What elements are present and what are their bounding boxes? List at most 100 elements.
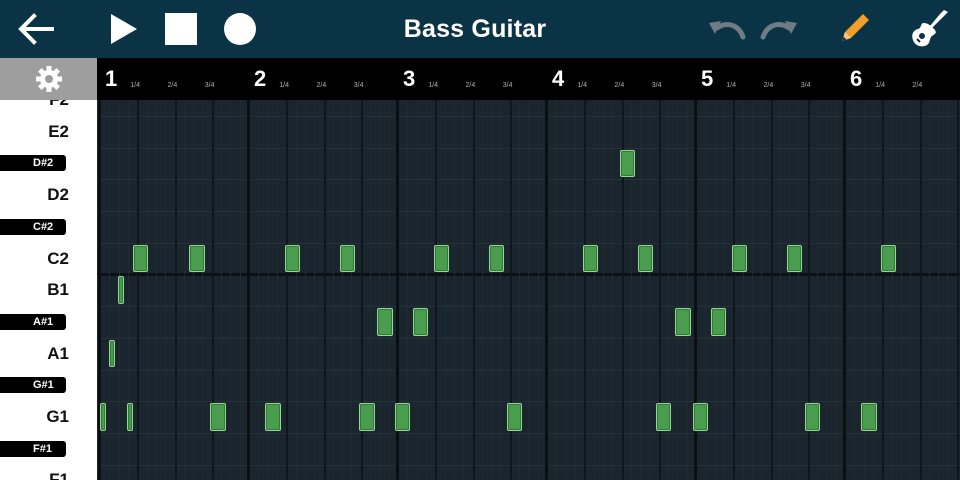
grid-column-line — [295, 100, 297, 480]
beat-tick-label: 2/4 — [614, 82, 625, 89]
grid-column-line — [304, 100, 306, 480]
grid-column-line — [174, 100, 177, 480]
grid-column-line — [286, 100, 289, 480]
beat-tick-label: 2/4 — [316, 82, 327, 89]
note-block[interactable] — [126, 403, 134, 431]
bar-line — [843, 100, 846, 480]
redo-button[interactable] — [757, 0, 801, 58]
note-block[interactable] — [506, 403, 523, 431]
note-block[interactable] — [265, 403, 281, 431]
piano-key-dsharp2[interactable]: D#2 — [0, 155, 66, 172]
record-button[interactable] — [218, 0, 262, 58]
note-block[interactable] — [786, 244, 803, 273]
note-block[interactable] — [189, 244, 205, 273]
instrument-button[interactable] — [906, 0, 954, 58]
note-block[interactable] — [100, 403, 106, 431]
note-block[interactable] — [655, 403, 672, 431]
note-block[interactable] — [488, 244, 505, 273]
note-block[interactable] — [620, 149, 636, 178]
grid-column-line — [826, 100, 828, 480]
piano-key-a1[interactable]: A1 — [0, 343, 97, 365]
grid-column-line — [677, 100, 679, 480]
piano-key-b1[interactable]: B1 — [0, 279, 97, 301]
grid-column-line — [770, 100, 773, 480]
note-block[interactable] — [582, 244, 599, 273]
note-block[interactable] — [880, 244, 897, 273]
grid-column-line — [137, 100, 140, 480]
stop-icon — [165, 13, 197, 45]
grid-column-line — [537, 100, 539, 480]
grid-column-line — [388, 100, 390, 480]
grid-column-line — [314, 100, 316, 480]
back-button[interactable] — [8, 0, 64, 58]
grid-column-line — [435, 100, 438, 480]
grid-column-line — [351, 100, 353, 480]
grid-column-line — [854, 100, 856, 480]
note-block[interactable] — [284, 244, 301, 273]
grid-column-line — [742, 100, 744, 480]
piano-key-f2[interactable]: F2 — [0, 100, 97, 111]
grid-column-line — [556, 100, 558, 480]
grid-column-line — [491, 100, 493, 480]
gear-icon — [35, 66, 62, 92]
note-grid[interactable] — [97, 100, 960, 480]
piano-key-d2[interactable]: D2 — [0, 184, 97, 206]
beat-tick-label: 2/4 — [465, 82, 476, 89]
timeline-ruler[interactable]: 1 1/4 2/4 3/4 2 1/4 2/4 3/4 3 1/4 2/4 3/4 4 1/4 2/4 3/4… — [97, 58, 960, 100]
beat-tick-label: 2/4 — [763, 82, 774, 89]
note-block[interactable] — [377, 308, 393, 336]
grid-column-line — [900, 100, 902, 480]
piano-key-asharp1[interactable]: A#1 — [0, 313, 66, 330]
grid-column-line — [379, 100, 381, 480]
page-title: Bass Guitar — [403, 15, 547, 43]
note-block[interactable] — [710, 308, 727, 336]
note-block[interactable] — [339, 244, 356, 273]
bar-number-4: 4 — [552, 66, 565, 91]
settings-button[interactable] — [0, 58, 97, 100]
note-block[interactable] — [637, 244, 654, 273]
piano-key-gsharp1[interactable]: G#1 — [0, 377, 66, 394]
note-block[interactable] — [359, 403, 375, 431]
grid-column-line — [640, 100, 642, 480]
record-icon — [224, 13, 256, 45]
redo-icon — [760, 21, 797, 40]
stop-button[interactable] — [160, 0, 202, 58]
piano-key-g1[interactable]: G1 — [0, 406, 97, 428]
pencil-tool-button[interactable] — [832, 0, 876, 58]
grid-column-line — [798, 100, 800, 480]
note-block[interactable] — [861, 403, 877, 431]
note-block[interactable] — [804, 403, 821, 431]
grid-column-line — [444, 100, 446, 480]
grid-column-line — [593, 100, 595, 480]
piano-key-f1[interactable]: F1 — [0, 469, 97, 480]
note-block[interactable] — [132, 244, 149, 273]
note-block[interactable] — [210, 403, 226, 431]
bar-number-6: 6 — [850, 66, 863, 91]
note-block[interactable] — [693, 403, 709, 431]
note-block[interactable] — [117, 276, 124, 305]
grid-column-line — [109, 100, 111, 480]
grid-column-line — [938, 100, 940, 480]
piano-key-e2[interactable]: E2 — [0, 121, 97, 143]
grid-column-line — [565, 100, 567, 480]
play-button[interactable] — [100, 0, 146, 58]
beat-tick-label: 2/4 — [912, 82, 923, 89]
note-block[interactable] — [731, 244, 748, 273]
beat-tick-label: 3/4 — [353, 82, 364, 89]
piano-keyboard[interactable]: F2 E2 D#2 D2 C#2 C2 B1 A#1 A1 G#1 G1 F#1 F1 — [0, 100, 97, 480]
note-block[interactable] — [412, 308, 429, 336]
piano-key-fsharp1[interactable]: F#1 — [0, 440, 66, 457]
note-block[interactable] — [675, 308, 691, 336]
note-block[interactable] — [108, 339, 116, 368]
back-arrow-icon — [18, 13, 54, 45]
note-block[interactable] — [395, 403, 411, 431]
piano-key-csharp2[interactable]: C#2 — [0, 218, 66, 235]
grid-column-line — [183, 100, 185, 480]
grid-column-line — [919, 100, 922, 480]
note-block[interactable] — [433, 244, 450, 273]
grid-column-line — [835, 100, 837, 480]
beat-tick-label: 3/4 — [800, 82, 811, 89]
undo-button[interactable] — [705, 0, 749, 58]
toolbar: Bass Guitar — [0, 0, 960, 58]
piano-key-c2[interactable]: C2 — [0, 248, 97, 270]
